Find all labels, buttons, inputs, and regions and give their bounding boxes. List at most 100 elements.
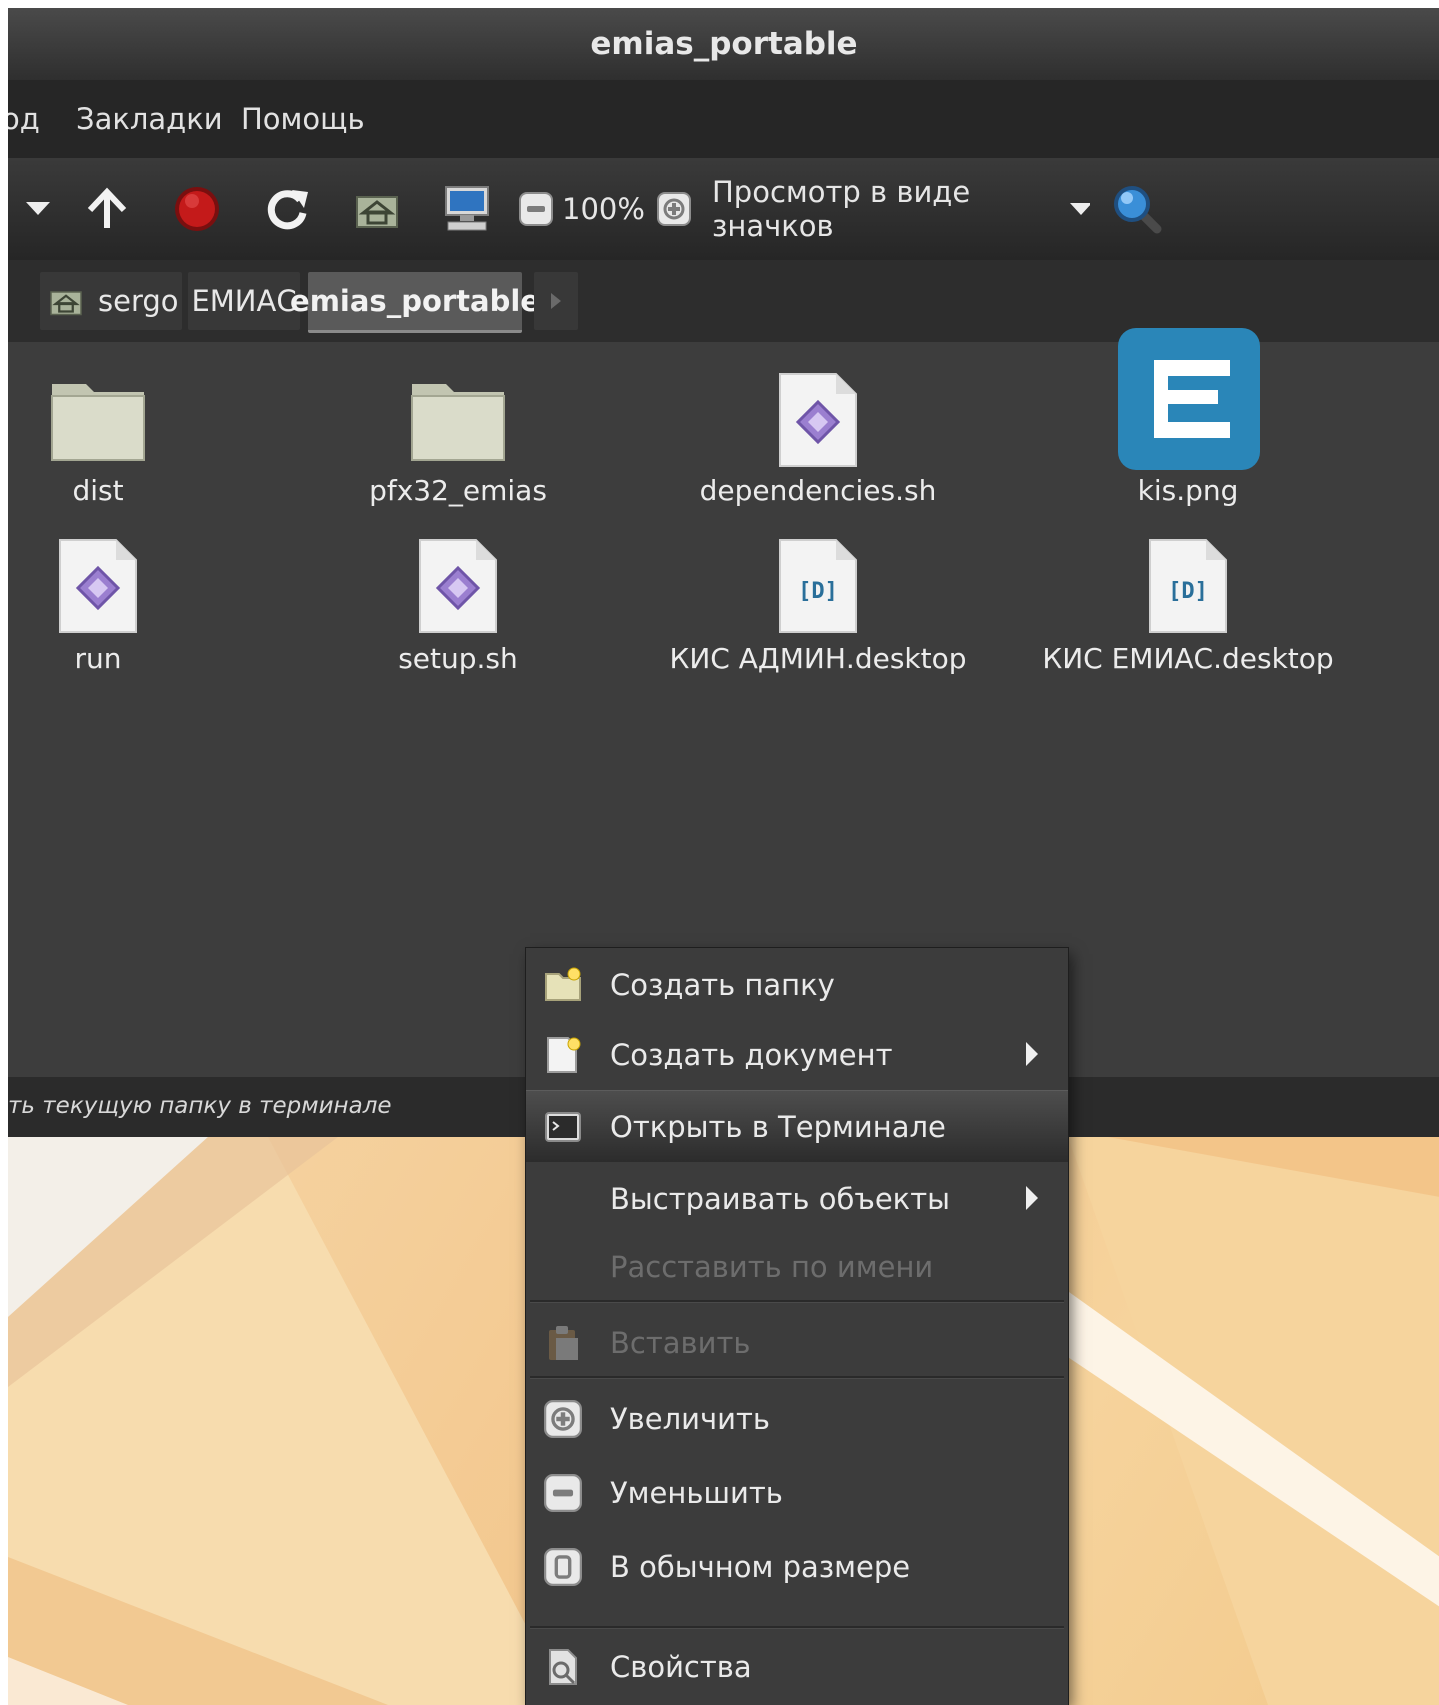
- up-button[interactable]: [78, 180, 136, 238]
- zoom-out-icon: [519, 192, 553, 226]
- zoom-out-icon: [544, 1474, 582, 1512]
- file-item[interactable]: dependencies.sh: [638, 342, 998, 522]
- submenu-arrow-icon: [1026, 1186, 1038, 1210]
- search-button[interactable]: [1108, 180, 1166, 238]
- file-manager-screen: emias_portable од Закладки Помощь 100% П…: [8, 8, 1439, 1705]
- chevron-right-icon: [551, 293, 561, 309]
- menu-item-open-terminal[interactable]: Открыть в Терминале: [526, 1090, 1068, 1162]
- toolbar: 100% Просмотр в виде значков: [8, 158, 1439, 260]
- menu-separator: [530, 1300, 1064, 1303]
- menu-item-paste[interactable]: Вставить: [526, 1306, 1068, 1378]
- status-text: ть текущую папку в терминале: [8, 1093, 392, 1119]
- view-mode-label: Просмотр в виде значков: [712, 175, 971, 243]
- view-mode-select[interactable]: Просмотр в виде значков: [712, 175, 1090, 243]
- title-bar[interactable]: emias_portable: [8, 8, 1439, 80]
- menu-item-label: Расставить по имени: [610, 1250, 934, 1284]
- crumb-label: sergo: [98, 284, 179, 318]
- menu-item-create-folder[interactable]: Создать папку: [526, 948, 1068, 1020]
- properties-icon: [549, 1649, 577, 1685]
- crumb-emias[interactable]: ЕМИАС: [188, 272, 300, 330]
- menu-item-properties[interactable]: Свойства: [526, 1630, 1068, 1702]
- menu-item-create-document[interactable]: Создать документ: [526, 1018, 1068, 1090]
- paste-icon: [549, 1326, 578, 1360]
- file-item[interactable]: [D] КИС ЕМИАС.desktop: [1008, 532, 1368, 692]
- menu-item-label: Вставить: [610, 1326, 751, 1360]
- crumb-label: emias_portable: [290, 284, 540, 318]
- home-folder-icon: [356, 196, 398, 228]
- menu-item-zoom-in[interactable]: Увеличить: [526, 1382, 1068, 1454]
- menu-item-go[interactable]: од: [8, 102, 40, 136]
- folder-icon: [51, 384, 145, 461]
- file-name: run: [74, 642, 122, 675]
- menu-item-label: Свойства: [610, 1650, 752, 1684]
- menu-separator: [530, 1376, 1064, 1379]
- file-item[interactable]: run: [8, 532, 278, 692]
- menu-bar: од Закладки Помощь: [8, 80, 1439, 158]
- script-icon: [779, 373, 857, 467]
- zoom-in-icon: [544, 1400, 582, 1438]
- desktop-file-icon: [D]: [1149, 539, 1227, 633]
- computer-button[interactable]: [438, 180, 496, 238]
- stop-icon: [175, 187, 219, 231]
- computer-icon: [445, 186, 489, 231]
- crumb-sergo[interactable]: sergo: [40, 272, 182, 330]
- home-button[interactable]: [348, 180, 406, 238]
- file-name: dependencies.sh: [699, 474, 937, 507]
- chevron-down-icon: [1070, 203, 1090, 215]
- menu-item-sort-by-name[interactable]: Расставить по имени: [526, 1230, 1068, 1302]
- history-dropdown-button[interactable]: [18, 180, 58, 238]
- crumb-emias-portable[interactable]: emias_portable: [290, 272, 540, 333]
- zoom-normal-icon: [544, 1548, 582, 1586]
- reload-button[interactable]: [258, 180, 316, 238]
- file-name: pfx32_emias: [369, 474, 547, 507]
- image-icon: [1118, 328, 1260, 470]
- file-name: КИС АДМИН.desktop: [669, 642, 967, 675]
- file-item[interactable]: setup.sh: [278, 532, 638, 692]
- menu-item-help[interactable]: Помощь: [241, 102, 365, 136]
- window-title: emias_portable: [590, 26, 858, 62]
- submenu-arrow-icon: [1026, 1042, 1038, 1066]
- menu-item-arrange-items[interactable]: Выстраивать объекты: [526, 1162, 1068, 1234]
- reload-icon: [267, 190, 308, 230]
- file-item[interactable]: [D] КИС АДМИН.desktop: [638, 532, 998, 692]
- menu-item-bookmarks[interactable]: Закладки: [76, 102, 223, 136]
- file-item[interactable]: kis.png: [1008, 328, 1368, 522]
- zoom-in-icon: [657, 192, 691, 226]
- file-item[interactable]: pfx32_emias: [278, 342, 638, 522]
- menu-item-label: Создать папку: [610, 968, 835, 1002]
- terminal-icon: [545, 1112, 581, 1142]
- menu-item-normal-size[interactable]: В обычном размере: [526, 1530, 1068, 1602]
- context-menu: Создать папку Создать документ Открыть в…: [526, 948, 1068, 1705]
- folder-icon: [411, 384, 505, 461]
- desktop-file-icon: [D]: [779, 539, 857, 633]
- file-name: КИС ЕМИАС.desktop: [1042, 642, 1334, 675]
- home-folder-icon: [50, 291, 82, 316]
- menu-item-label: Увеличить: [610, 1402, 770, 1436]
- menu-item-label: В обычном размере: [610, 1550, 911, 1584]
- menu-separator: [530, 1626, 1064, 1629]
- script-icon: [59, 539, 137, 633]
- menu-item-label: Выстраивать объекты: [610, 1182, 950, 1216]
- search-icon: [1114, 186, 1162, 234]
- file-name: dist: [72, 474, 124, 507]
- chevron-down-icon: [26, 202, 50, 215]
- zoom-out-button[interactable]: [516, 180, 556, 238]
- file-name: setup.sh: [398, 642, 518, 675]
- menu-item-label: Создать документ: [610, 1038, 893, 1072]
- menu-item-zoom-out[interactable]: Уменьшить: [526, 1456, 1068, 1528]
- menu-item-label: Открыть в Терминале: [610, 1110, 946, 1144]
- new-document-icon: [547, 1037, 581, 1073]
- menu-item-label: Уменьшить: [610, 1476, 783, 1510]
- arrow-up-icon: [87, 187, 127, 228]
- zoom-in-button[interactable]: [654, 180, 694, 238]
- crumb-scroll-right-button[interactable]: [534, 272, 578, 330]
- svg-text:[D]: [D]: [1168, 579, 1208, 604]
- new-folder-icon: [545, 967, 581, 1001]
- script-icon: [419, 539, 497, 633]
- svg-text:[D]: [D]: [798, 579, 838, 604]
- crumb-label: ЕМИАС: [191, 284, 297, 318]
- file-item[interactable]: dist: [8, 342, 278, 522]
- stop-button[interactable]: [168, 180, 226, 238]
- file-name: kis.png: [1137, 474, 1239, 507]
- zoom-level: 100%: [562, 192, 645, 226]
